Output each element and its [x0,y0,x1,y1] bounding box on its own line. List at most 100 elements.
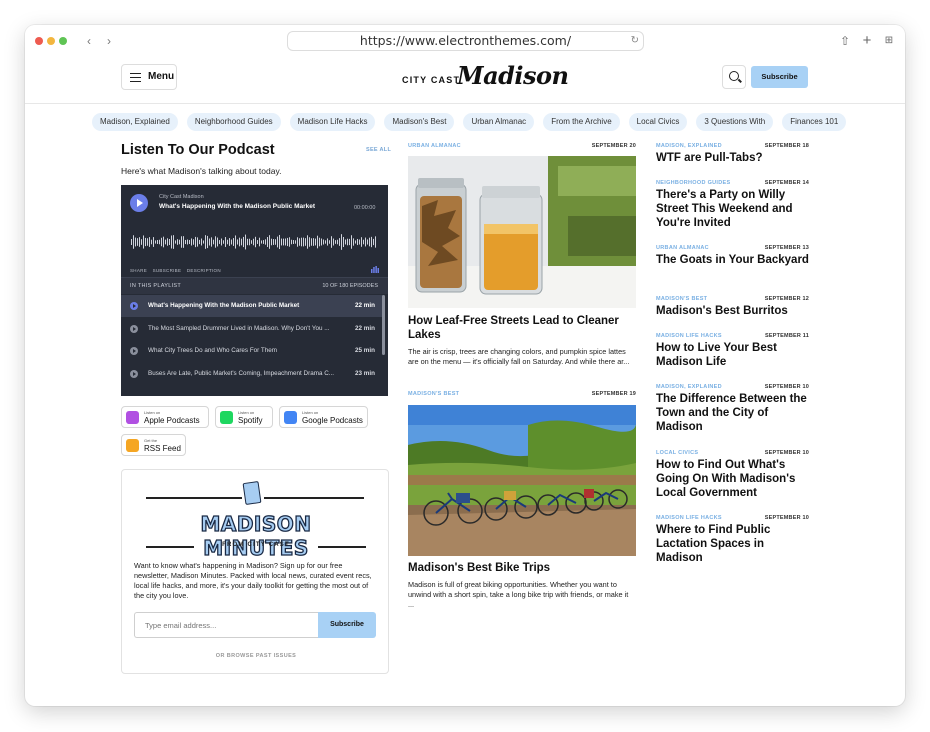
category-pill[interactable]: Local Civics [628,113,688,131]
playlist-item-duration: 23 min [355,369,375,377]
menu-button[interactable]: Menu [121,64,177,90]
google-podcasts-icon [284,411,297,424]
article-title[interactable]: The Goats in Your Backyard [656,253,811,267]
subscribe-link[interactable]: SUBSCRIBE [153,268,182,273]
featured-1-image[interactable] [408,156,636,308]
see-all-link[interactable]: SEE ALL [366,147,391,153]
category-pill[interactable]: Finances 101 [782,113,847,131]
playlist-item[interactable]: Buses Are Late, Public Market's Coming, … [121,363,383,385]
playlist-item-duration: 25 min [355,347,375,354]
article-title[interactable]: WTF are Pull-Tabs? [656,151,811,165]
article-title[interactable]: The Difference Between the Town and the … [656,392,811,434]
newsletter-description: Want to know what's happening in Madison… [134,561,372,600]
featured-2-image[interactable] [408,405,636,556]
share-icon[interactable]: ⇧ [838,33,852,49]
playlist-item[interactable]: What's Happening With the Madison Public… [121,295,383,317]
badge-label: Apple Podcasts [144,416,200,425]
category-pill[interactable]: Madison, Explained [92,113,178,131]
maximize-window-button[interactable] [59,37,67,45]
newsletter-subscribe-button[interactable]: Subscribe [318,612,376,638]
player-show-name: City Cast Madison [159,194,204,200]
new-tab-icon[interactable]: + [860,33,874,49]
category-pill[interactable]: From the Archive [543,113,620,131]
category-pill[interactable]: 3 Questions With [696,113,774,131]
search-icon [729,71,739,81]
player-time: 00:00:00 [354,205,376,211]
share-link[interactable]: SHARE [130,268,147,273]
rss-feed-badge[interactable]: Get the RSS Feed [121,434,186,456]
newsletter-logo: MADISON MINUTES [200,511,312,560]
featured-2-category[interactable]: MADISON'S BEST [408,391,459,397]
menu-label: Menu [148,71,175,82]
email-input[interactable] [134,612,318,638]
featured-2-title[interactable]: Madison's Best Bike Trips [408,561,636,575]
logo-city-cast[interactable]: CITY CAST [402,75,460,85]
apple-podcasts-badge[interactable]: Listen on Apple Podcasts [121,406,209,428]
spotify-badge[interactable]: Listen on Spotify [215,406,273,428]
article-category[interactable]: LOCAL CIVICS [656,450,698,456]
article-category[interactable]: URBAN ALMANAC [656,245,709,251]
playlist-item[interactable]: What City Trees Do and Who Cares For The… [121,340,383,362]
newsletter-rule-right [264,497,364,499]
url-text: https://www.electronthemes.com/ [359,33,572,48]
article-category[interactable]: MADISON LIFE HACKS [656,333,722,339]
playlist-item-title: What City Trees Do and Who Cares For The… [148,347,278,354]
category-pill[interactable]: Madison Life Hacks [289,113,376,131]
badge-small-text: Listen on [302,410,319,415]
newsletter-from: FROM CITY CAST [222,542,290,548]
rss-icon [126,439,139,452]
article-category[interactable]: MADISON, EXPLAINED [656,384,722,390]
browse-past-issues-link[interactable]: OR BROWSE PAST ISSUES [122,653,390,659]
category-pill[interactable]: Madison's Best [384,113,455,131]
playlist-item-title: What's Happening With the Madison Public… [148,302,300,309]
reload-icon[interactable]: ↻ [631,32,639,50]
minimize-window-button[interactable] [47,37,55,45]
play-icon[interactable] [130,369,138,378]
play-icon[interactable] [130,302,138,310]
article-category[interactable]: MADISON'S BEST [656,296,707,302]
featured-2-excerpt: Madison is full of great biking opportun… [408,580,629,609]
subscribe-button[interactable]: Subscribe [751,66,808,88]
playlist-item[interactable]: The Most Sampled Drummer Lived in Madiso… [121,318,383,340]
article-date: SEPTEMBER 11 [765,333,809,339]
player-episode-title: What's Happening With the Madison Public… [159,203,316,210]
site-header: Menu CITY CAST Madison Subscribe [25,57,905,104]
article-title[interactable]: How to Live Your Best Madison Life [656,341,811,369]
article-date: SEPTEMBER 14 [764,180,809,186]
featured-2-date: SEPTEMBER 19 [591,391,636,397]
hamburger-icon [130,73,141,82]
article-title[interactable]: There's a Party on Willy Street This Wee… [656,188,811,230]
category-pill[interactable]: Neighborhood Guides [186,113,281,131]
back-icon[interactable]: ‹ [81,33,97,49]
category-nav: Madison, Explained Neighborhood Guides Mad… [92,113,847,131]
browser-window: ‹ › https://www.electronthemes.com/ ↻ ⇧ … [25,25,905,706]
category-pill[interactable]: Urban Almanac [463,113,535,131]
play-icon[interactable] [130,347,138,355]
featured-1-title[interactable]: How Leaf-Free Streets Lead to Cleaner La… [408,314,636,342]
article-title[interactable]: Where to Find Public Lactation Spaces in… [656,523,811,565]
badge-small-text: Listen on [144,410,161,415]
address-bar[interactable]: https://www.electronthemes.com/ ↻ [287,31,644,51]
article-title[interactable]: How to Find Out What's Going On With Mad… [656,458,811,500]
forward-icon[interactable]: › [101,33,117,49]
playlist-scrollbar[interactable] [382,295,385,355]
search-button[interactable] [722,65,746,89]
article-date: SEPTEMBER 13 [764,245,809,251]
badge-label: RSS Feed [144,444,181,453]
badge-small-text: Get the [144,438,158,443]
play-icon[interactable] [130,194,148,212]
article-category[interactable]: MADISON LIFE HACKS [656,515,722,521]
article-category[interactable]: MADISON, EXPLAINED [656,143,722,149]
article-date: SEPTEMBER 10 [764,450,809,456]
logo-madison[interactable]: Madison [457,61,569,90]
article-title[interactable]: Madison's Best Burritos [656,304,811,318]
close-window-button[interactable] [35,37,43,45]
tab-overview-icon[interactable]: ⊞ [882,33,896,49]
featured-1-category[interactable]: URBAN ALMANAC [408,143,461,149]
waveform-scrubber[interactable] [131,231,378,253]
badge-label: Google Podcasts [302,416,363,425]
article-category[interactable]: NEIGHBORHOOD GUIDES [656,180,730,186]
description-link[interactable]: DESCRIPTION [187,268,221,273]
google-podcasts-badge[interactable]: Listen on Google Podcasts [279,406,368,428]
play-icon[interactable] [130,324,138,333]
